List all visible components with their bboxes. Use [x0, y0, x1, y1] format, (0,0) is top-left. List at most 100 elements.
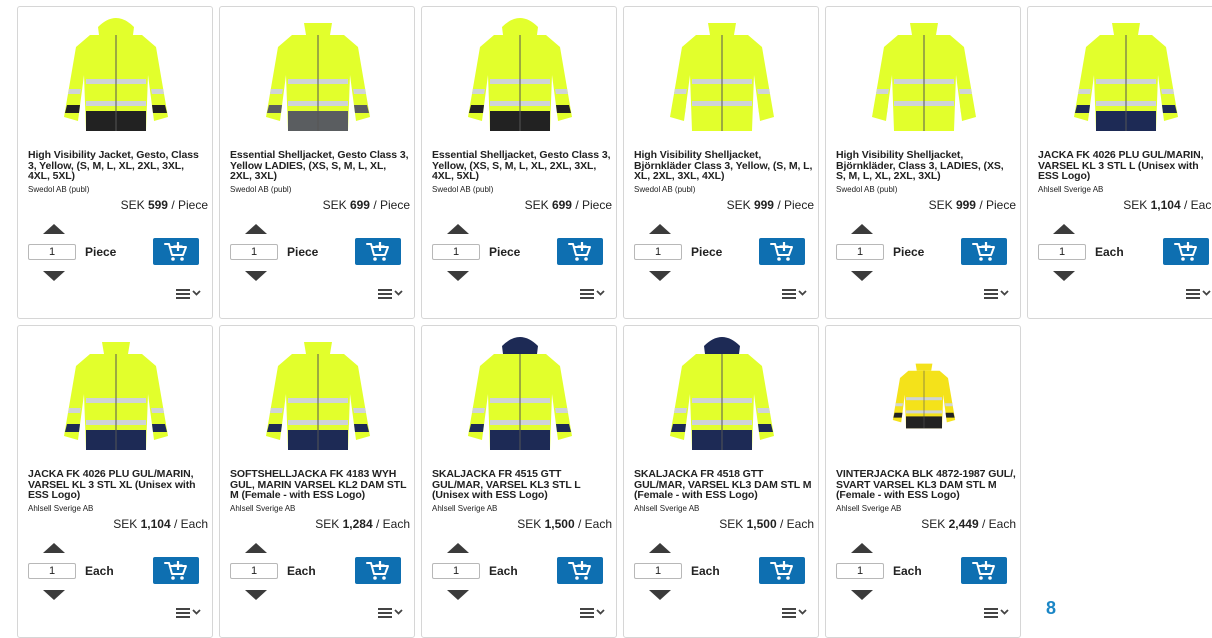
quantity-decrease-arrow[interactable] — [43, 271, 65, 281]
quantity-unit-label: Each — [85, 564, 114, 578]
add-to-cart-button[interactable] — [153, 557, 199, 584]
product-image[interactable] — [230, 332, 406, 460]
product-image[interactable] — [230, 13, 406, 141]
add-to-cart-icon — [164, 242, 187, 261]
product-image[interactable] — [836, 332, 1012, 460]
quantity-unit-label: Piece — [893, 245, 925, 259]
supplier-name: Ahlsell Sverige AB — [28, 504, 94, 513]
add-to-cart-button[interactable] — [961, 557, 1007, 584]
quantity-increase-arrow[interactable] — [649, 543, 671, 553]
quantity-increase-arrow[interactable] — [851, 543, 873, 553]
quantity-input[interactable] — [230, 563, 278, 579]
product-title[interactable]: SOFTSHELLJACKA FK 4183 WYH GUL, MARIN VA… — [230, 469, 410, 501]
quantity-increase-arrow[interactable] — [447, 543, 469, 553]
page-number[interactable]: 8 — [1046, 598, 1056, 619]
quantity-input[interactable] — [28, 563, 76, 579]
product-image[interactable] — [1038, 13, 1212, 141]
add-to-cart-button[interactable] — [759, 238, 805, 265]
product-title[interactable]: High Visibility Shelljacket, Björnkläder… — [634, 150, 814, 182]
product-title[interactable]: JACKA FK 4026 PLU GUL/MARIN, VARSEL KL 3… — [1038, 150, 1212, 182]
quantity-input[interactable] — [432, 244, 480, 260]
quantity-decrease-arrow[interactable] — [649, 590, 671, 600]
quantity-increase-arrow[interactable] — [43, 543, 65, 553]
product-image[interactable] — [634, 332, 810, 460]
quantity-decrease-arrow[interactable] — [245, 590, 267, 600]
product-title[interactable]: SKALJACKA FR 4518 GTT GUL/MAR, VARSEL KL… — [634, 469, 814, 501]
product-image[interactable] — [28, 13, 204, 141]
quantity-unit-label: Each — [489, 564, 518, 578]
quantity-input[interactable] — [230, 244, 278, 260]
more-options-menu-icon[interactable] — [1186, 287, 1212, 301]
quantity-decrease-arrow[interactable] — [43, 590, 65, 600]
quantity-input[interactable] — [1038, 244, 1086, 260]
add-to-cart-button[interactable] — [961, 238, 1007, 265]
product-image[interactable] — [836, 13, 1012, 141]
quantity-decrease-arrow[interactable] — [649, 271, 671, 281]
quantity-increase-arrow[interactable] — [851, 224, 873, 234]
more-options-menu-icon[interactable] — [378, 606, 404, 620]
add-to-cart-button[interactable] — [355, 238, 401, 265]
quantity-input[interactable] — [634, 563, 682, 579]
quantity-decrease-arrow[interactable] — [851, 271, 873, 281]
quantity-decrease-arrow[interactable] — [447, 271, 469, 281]
more-options-menu-icon[interactable] — [782, 606, 808, 620]
more-options-menu-icon[interactable] — [984, 606, 1010, 620]
more-options-menu-icon[interactable] — [580, 606, 606, 620]
product-card: Essential Shelljacket, Gesto Class 3, Ye… — [421, 6, 617, 319]
add-to-cart-icon — [366, 561, 389, 580]
more-options-menu-icon[interactable] — [176, 287, 202, 301]
product-title[interactable]: High Visibility Jacket, Gesto, Class 3, … — [28, 150, 208, 182]
quantity-input[interactable] — [634, 244, 682, 260]
add-to-cart-button[interactable] — [1163, 238, 1209, 265]
quantity-increase-arrow[interactable] — [447, 224, 469, 234]
more-options-menu-icon[interactable] — [984, 287, 1010, 301]
product-card: High Visibility Shelljacket, Björnkläder… — [825, 6, 1021, 319]
product-image[interactable] — [28, 332, 204, 460]
more-options-menu-icon[interactable] — [580, 287, 606, 301]
quantity-decrease-arrow[interactable] — [447, 590, 469, 600]
more-options-menu-icon[interactable] — [176, 606, 202, 620]
add-to-cart-icon — [366, 242, 389, 261]
quantity-decrease-arrow[interactable] — [1053, 271, 1075, 281]
product-title[interactable]: VINTERJACKA BLK 4872-1987 GUL/, SVART VA… — [836, 469, 1016, 501]
product-card: High Visibility Jacket, Gesto, Class 3, … — [17, 6, 213, 319]
price-currency: SEK — [524, 198, 549, 212]
supplier-name: Swedol AB (publ) — [432, 185, 494, 194]
quantity-decrease-arrow[interactable] — [245, 271, 267, 281]
more-options-menu-icon[interactable] — [782, 287, 808, 301]
quantity-input[interactable] — [432, 563, 480, 579]
price-currency: SEK — [719, 517, 744, 531]
add-to-cart-button[interactable] — [557, 238, 603, 265]
product-title[interactable]: SKALJACKA FR 4515 GTT GUL/MAR, VARSEL KL… — [432, 469, 612, 501]
quantity-input[interactable] — [28, 244, 76, 260]
quantity-unit-label: Piece — [489, 245, 521, 259]
add-to-cart-icon — [972, 242, 995, 261]
add-to-cart-icon — [164, 561, 187, 580]
product-title[interactable]: Essential Shelljacket, Gesto Class 3, Ye… — [230, 150, 410, 182]
quantity-increase-arrow[interactable] — [649, 224, 671, 234]
price-currency: SEK — [1123, 198, 1148, 212]
product-image[interactable] — [634, 13, 810, 141]
add-to-cart-button[interactable] — [557, 557, 603, 584]
quantity-increase-arrow[interactable] — [245, 543, 267, 553]
add-to-cart-button[interactable] — [759, 557, 805, 584]
quantity-input[interactable] — [836, 563, 884, 579]
product-title[interactable]: JACKA FK 4026 PLU GUL/MARIN, VARSEL KL 3… — [28, 469, 208, 501]
add-to-cart-button[interactable] — [355, 557, 401, 584]
product-title[interactable]: Essential Shelljacket, Gesto Class 3, Ye… — [432, 150, 612, 182]
product-image[interactable] — [432, 332, 608, 460]
product-image[interactable] — [432, 13, 608, 141]
more-options-menu-icon[interactable] — [378, 287, 404, 301]
quantity-increase-arrow[interactable] — [245, 224, 267, 234]
quantity-unit-label: Piece — [287, 245, 319, 259]
price-amount: 999 — [955, 198, 976, 212]
quantity-increase-arrow[interactable] — [43, 224, 65, 234]
add-to-cart-button[interactable] — [153, 238, 199, 265]
quantity-increase-arrow[interactable] — [1053, 224, 1075, 234]
quantity-decrease-arrow[interactable] — [851, 590, 873, 600]
product-price: SEK 2,449 / Each — [921, 517, 1016, 531]
price-currency: SEK — [120, 198, 145, 212]
product-title[interactable]: High Visibility Shelljacket, Björnkläder… — [836, 150, 1016, 182]
quantity-input[interactable] — [836, 244, 884, 260]
supplier-name: Ahlsell Sverige AB — [230, 504, 296, 513]
